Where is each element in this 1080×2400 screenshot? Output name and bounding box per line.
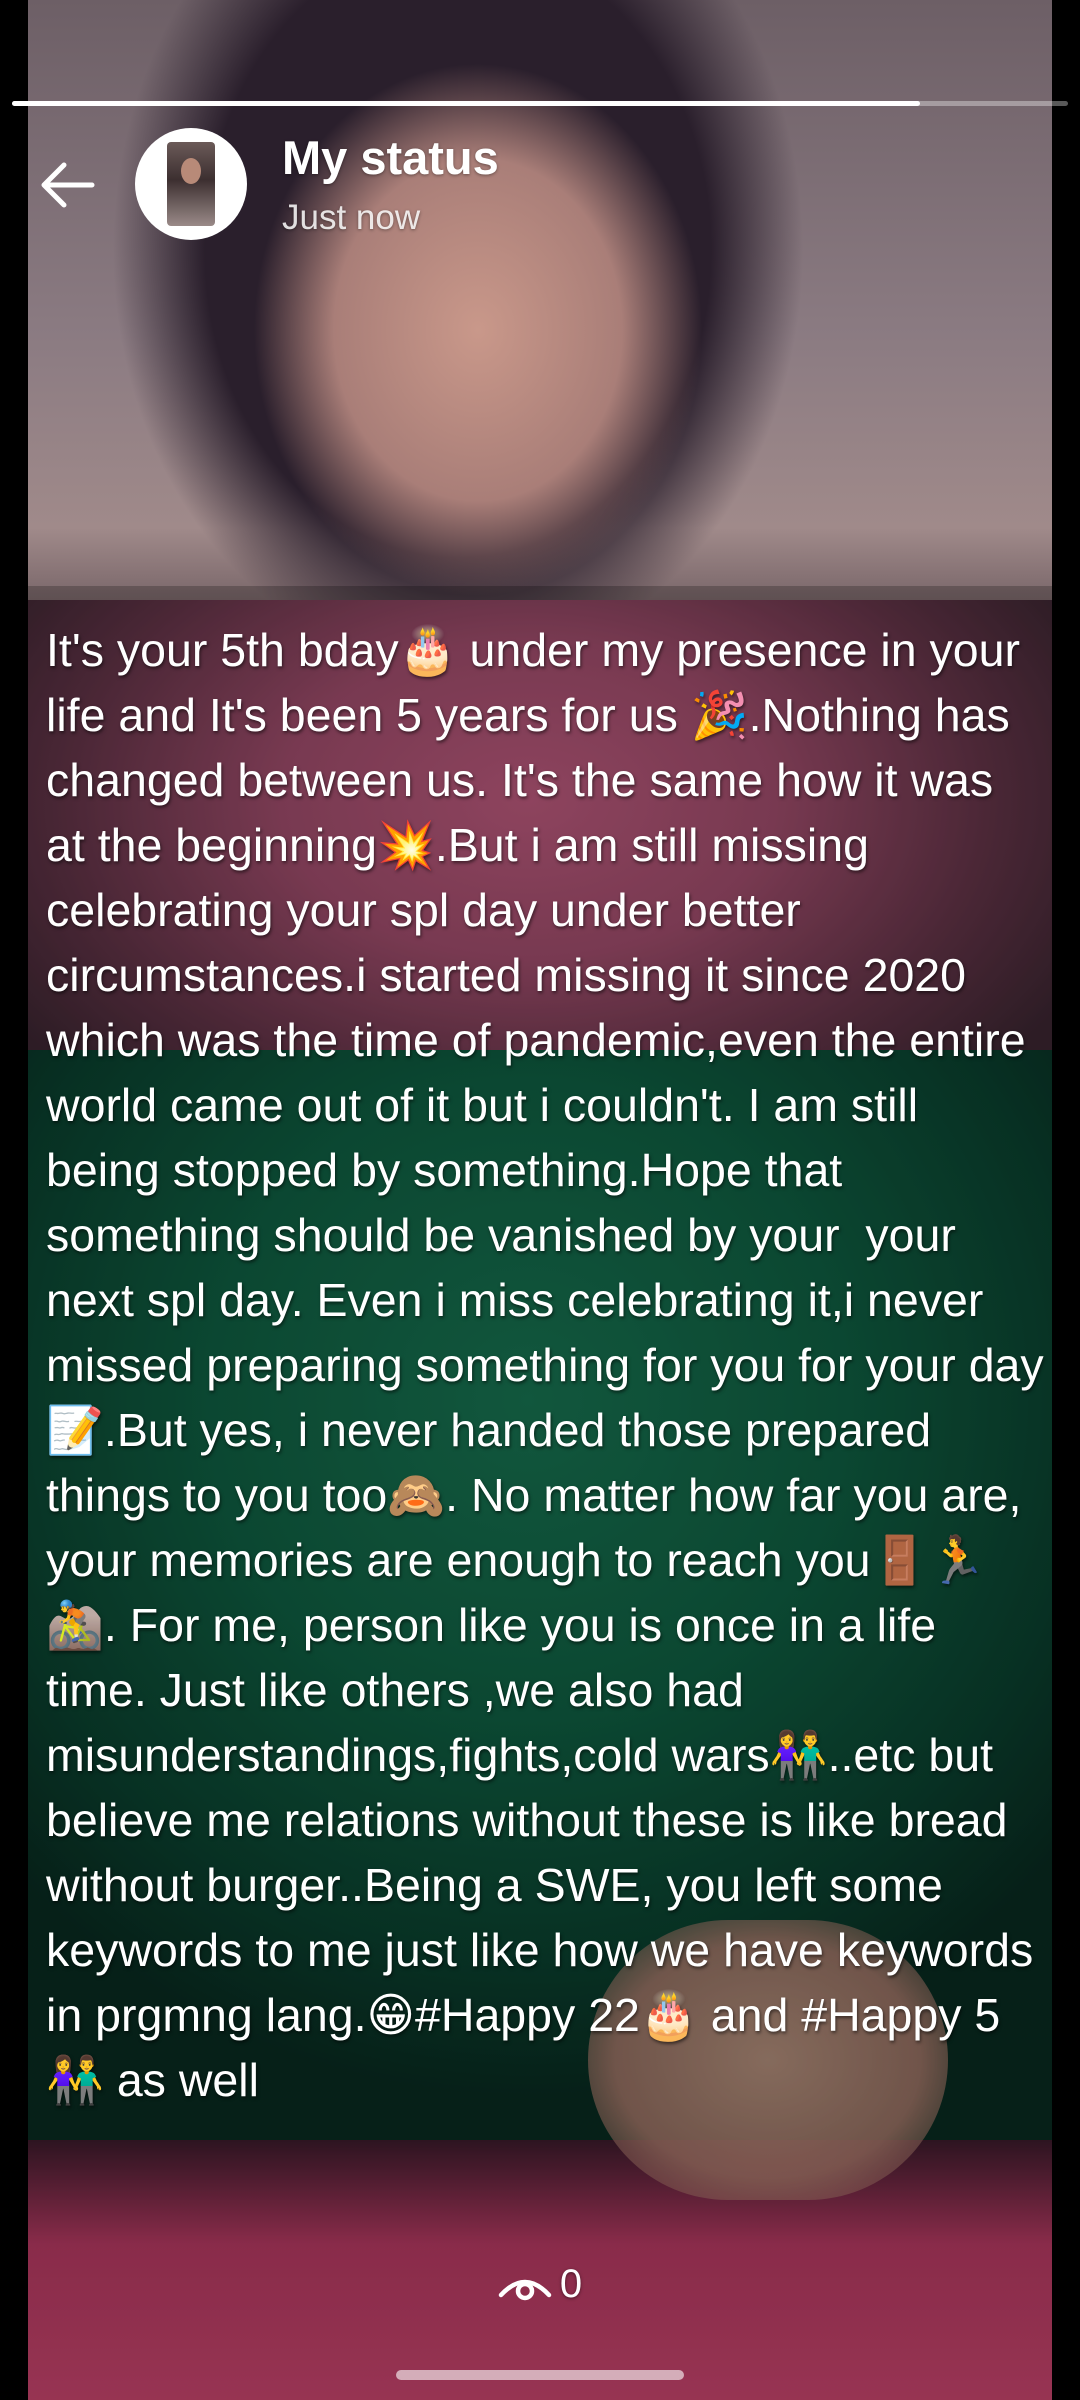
back-button[interactable] [32,150,102,220]
status-title: My status [282,131,499,184]
arrow-left-icon [41,162,95,208]
gesture-nav-bar[interactable] [396,2370,684,2380]
status-progress-bar [12,101,1068,106]
views-indicator[interactable]: 0 [0,2262,1080,2307]
avatar-image [167,142,215,226]
views-count: 0 [559,2262,583,2306]
status-caption: It's your 5th bday🎂 under my presence in… [46,624,1047,2106]
status-progress-fill [12,101,921,106]
status-timestamp: Just now [282,198,421,237]
avatar[interactable] [135,128,247,240]
eye-icon [498,2279,552,2300]
